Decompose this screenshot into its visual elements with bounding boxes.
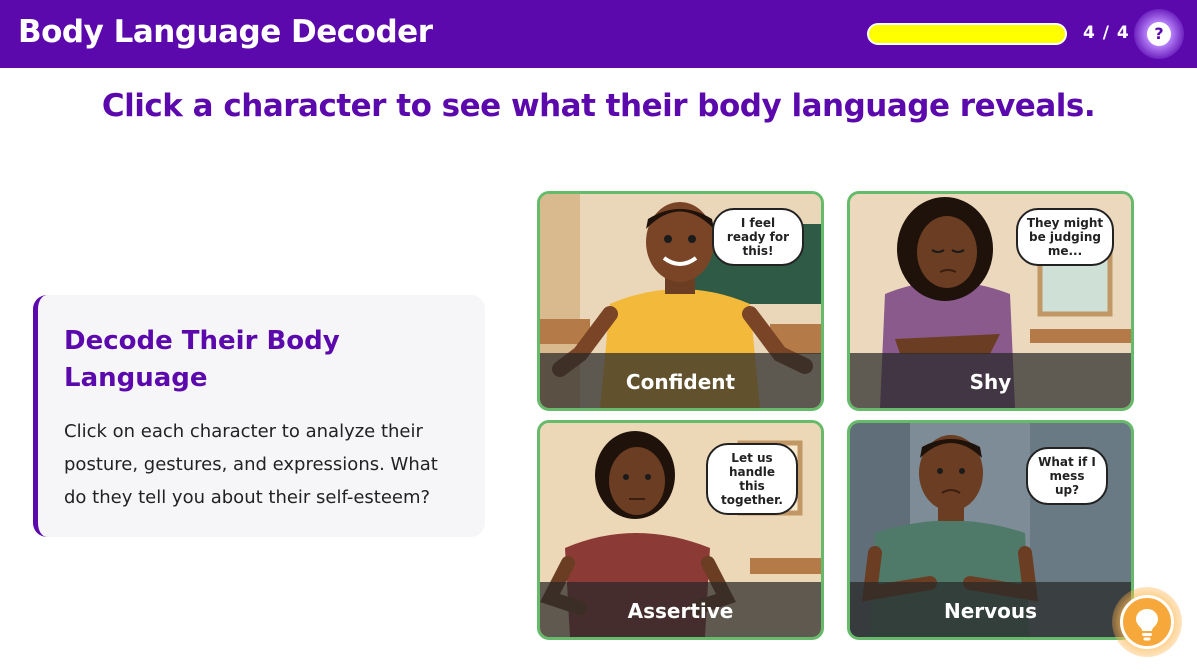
card-label: Assertive bbox=[627, 599, 734, 623]
instruction-heading: Click a character to see what their body… bbox=[101, 88, 1096, 124]
question-circle-icon[interactable]: ? bbox=[1147, 22, 1171, 46]
speech-bubble: Let us handle this together. bbox=[706, 443, 798, 515]
character-card-nervous[interactable]: What if I mess up? Nervous bbox=[847, 420, 1134, 640]
character-card-confident[interactable]: I feel ready for this! Confident bbox=[537, 191, 824, 411]
info-card-body: Click on each character to analyze their… bbox=[64, 421, 438, 508]
progress-fill bbox=[869, 25, 1065, 43]
hint-button[interactable] bbox=[1120, 595, 1174, 649]
character-card-shy[interactable]: They might be judging me... Shy bbox=[847, 191, 1134, 411]
character-card-assertive[interactable]: Let us handle this together. Assertive bbox=[537, 420, 824, 640]
card-label: Shy bbox=[969, 370, 1012, 394]
card-label: Confident bbox=[625, 370, 736, 394]
card-label: Nervous bbox=[943, 599, 1038, 623]
lightbulb-icon bbox=[1136, 609, 1158, 641]
speech-bubble: What if I mess up? bbox=[1026, 447, 1108, 505]
speech-bubble: I feel ready for this! bbox=[712, 208, 804, 266]
info-card-title: Decode Their Body Language bbox=[64, 326, 340, 393]
info-card: Decode Their Body Language Click on each… bbox=[33, 295, 485, 537]
top-bar: Body Language Decoder 4 / 4 ? bbox=[0, 0, 1197, 68]
speech-bubble: They might be judging me... bbox=[1016, 208, 1114, 266]
progress-bar bbox=[867, 23, 1067, 45]
app-title: Body Language Decoder bbox=[18, 14, 433, 50]
progress-label: 4 / 4 bbox=[1083, 23, 1130, 43]
